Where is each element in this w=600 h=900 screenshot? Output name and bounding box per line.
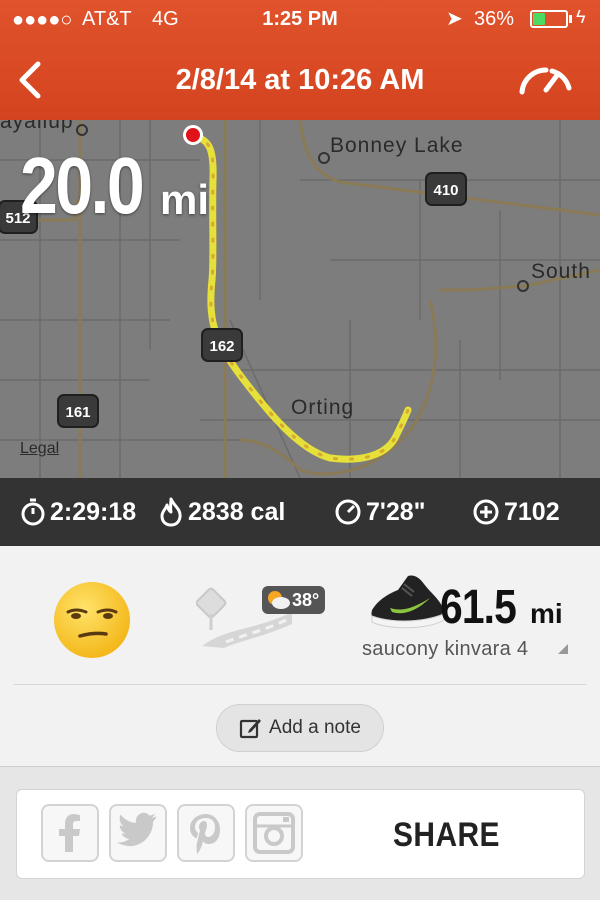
- charging-bolt-icon: ϟ: [576, 7, 586, 27]
- header: ●●●●○ AT&T 4G 1:25 PM ➤ 36% ϟ 2/8/14 at …: [0, 0, 600, 120]
- highway-shield-161: 161: [57, 394, 99, 428]
- map-label-orting: Orting: [291, 396, 355, 419]
- share-area: SHARE: [0, 766, 600, 900]
- battery-tip: [569, 15, 572, 23]
- share-button[interactable]: SHARE: [393, 816, 500, 855]
- calories-value: 2838 cal: [188, 497, 286, 526]
- shoe-distance: 61.5 mi: [440, 580, 563, 635]
- facebook-icon: [59, 814, 80, 852]
- location-arrow-icon: ➤: [446, 8, 463, 30]
- battery-icon: [530, 10, 568, 28]
- instagram-share-button[interactable]: [245, 804, 303, 862]
- pace-value: 7'28": [366, 497, 426, 526]
- fuel-value: 7102: [504, 497, 560, 526]
- shoe-distance-unit: mi: [530, 598, 563, 629]
- battery-fill: [533, 13, 545, 25]
- weather-temperature: 38°: [292, 590, 320, 610]
- run-date-title: 2/8/14 at 10:26 AM: [175, 64, 425, 96]
- pinterest-icon: [190, 814, 220, 854]
- highway-shield-162: 162: [201, 328, 243, 362]
- run-distance-unit: mi: [160, 176, 210, 223]
- run-details-panel: 38° 61.5 mi saucony kinvara 4 Add a note: [0, 546, 600, 766]
- legal-link[interactable]: Legal: [20, 440, 59, 458]
- shoe-selector[interactable]: saucony kinvara 4: [362, 638, 528, 661]
- partly-cloudy-icon: [268, 591, 290, 609]
- running-shoe-icon: [371, 575, 445, 629]
- calories-stat: 2838 cal: [158, 478, 285, 546]
- twitter-share-button[interactable]: [109, 804, 167, 862]
- shoe-image: [368, 570, 446, 632]
- map-label-puyallup: ayallup: [0, 120, 74, 133]
- divider: [14, 684, 586, 685]
- weather-badge: 38°: [262, 586, 326, 614]
- instagram-icon: [253, 812, 295, 854]
- stats-bar: 2:29:18 2838 cal 7'28" 7102: [0, 478, 600, 546]
- dropdown-corner-icon[interactable]: [558, 644, 568, 654]
- shoe-distance-value: 61.5: [440, 581, 517, 634]
- pinterest-share-button[interactable]: [177, 804, 235, 862]
- unamused-face-icon: [54, 582, 130, 658]
- highway-shield-410: 410: [425, 172, 467, 206]
- edit-note-icon: [239, 719, 262, 739]
- map-label-bonney-lake: Bonney Lake: [330, 134, 464, 157]
- add-note-label: Add a note: [269, 717, 361, 738]
- stopwatch-icon: [21, 498, 45, 526]
- flame-icon: [160, 497, 182, 527]
- pace-gauge-icon: [335, 499, 361, 525]
- map-label-south: South: [531, 260, 591, 283]
- route-map[interactable]: ayallup Bonney Lake South Orting 512 410…: [0, 120, 600, 478]
- run-distance: 20.0 mi: [20, 140, 209, 232]
- mood-button[interactable]: [52, 580, 132, 660]
- battery-percent: 36%: [474, 8, 515, 30]
- facebook-share-button[interactable]: [41, 804, 99, 862]
- nikefuel-icon: [473, 499, 499, 525]
- pace-stat: 7'28": [334, 478, 426, 546]
- duration-value: 2:29:18: [50, 497, 137, 526]
- fuel-stat: 7102: [472, 478, 560, 546]
- duration-stat: 2:29:18: [20, 478, 136, 546]
- share-card: SHARE: [16, 789, 585, 879]
- status-bar: ●●●●○ AT&T 4G 1:25 PM ➤ 36% ϟ: [0, 0, 600, 38]
- run-distance-value: 20.0: [20, 141, 145, 230]
- speedometer-icon: [519, 67, 572, 95]
- speedometer-button[interactable]: [516, 62, 574, 96]
- add-note-button[interactable]: Add a note: [216, 704, 384, 752]
- twitter-icon: [117, 812, 157, 847]
